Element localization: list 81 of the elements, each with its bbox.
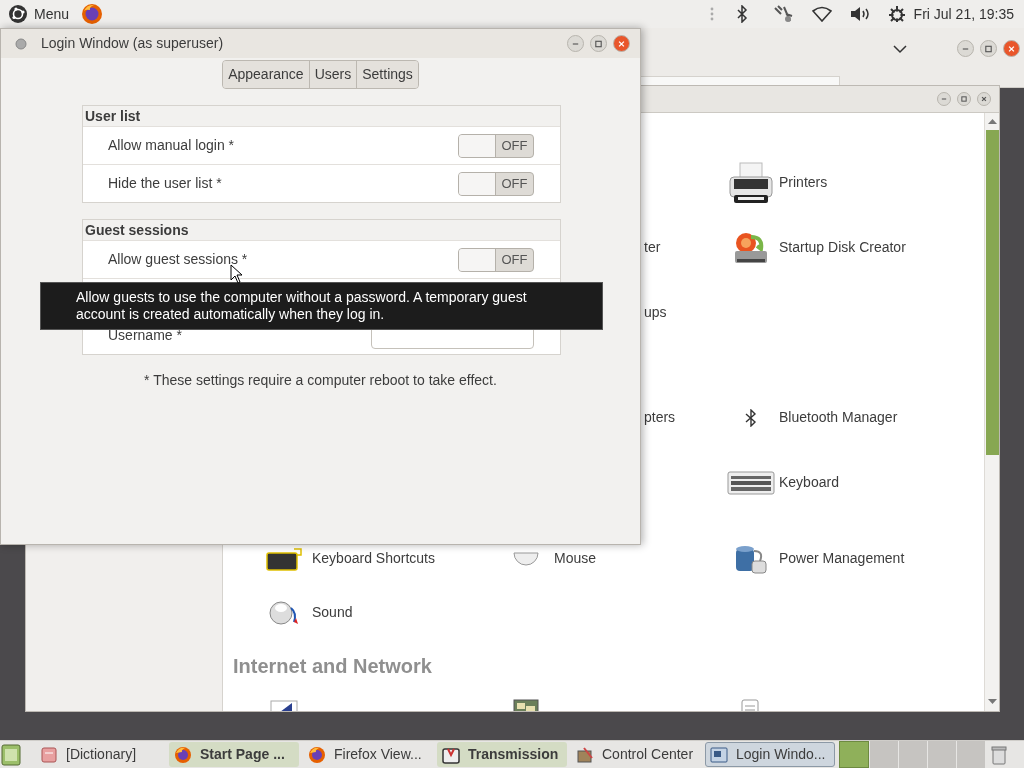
separator-handle-icon — [709, 6, 714, 22]
minus-icon — [572, 42, 579, 45]
chevron-down-icon[interactable] — [893, 43, 907, 54]
control-item[interactable]: Keyboard — [779, 472, 839, 493]
close-icon — [981, 96, 987, 102]
wifi-icon[interactable] — [811, 6, 832, 22]
window-dot-icon — [15, 37, 27, 50]
control-item-label[interactable]: ter — [644, 237, 661, 258]
maximize-button[interactable] — [957, 92, 971, 106]
maximize-button[interactable] — [980, 40, 997, 57]
bluetooth-icon — [744, 408, 758, 427]
clock[interactable]: Fri Jul 21, 19:35 — [913, 3, 1014, 25]
scroll-down-icon[interactable] — [987, 699, 997, 705]
taskbar-item[interactable]: Start Page ... — [169, 742, 299, 767]
menu-logo-icon[interactable] — [8, 4, 28, 24]
switch-state: OFF — [500, 136, 529, 155]
book-icon — [40, 745, 58, 764]
close-button[interactable] — [977, 92, 991, 106]
minimize-button[interactable] — [937, 92, 951, 106]
tool-icon[interactable] — [771, 4, 794, 24]
toggle-switch[interactable]: OFF — [458, 171, 534, 196]
maximize-button[interactable] — [590, 35, 607, 52]
keyboard-icon — [727, 470, 775, 495]
close-icon — [618, 40, 625, 47]
setting-label: Allow guest sessions * — [108, 250, 248, 269]
control-item-label[interactable]: ups — [644, 302, 667, 323]
taskbar-item[interactable]: Firefox View... — [303, 742, 433, 767]
toggle-switch[interactable]: OFF — [458, 133, 534, 158]
minus-icon — [962, 47, 969, 50]
control-item[interactable]: Keyboard Shortcuts — [312, 548, 435, 569]
control-item[interactable]: Startup Disk Creator — [779, 237, 906, 258]
printer-icon — [728, 160, 774, 205]
firefox-icon — [174, 745, 192, 764]
section-heading: Internet and Network — [233, 654, 433, 679]
scroll-up-icon[interactable] — [987, 118, 997, 124]
control-item[interactable]: Sound — [312, 602, 353, 623]
switch-state: OFF — [500, 174, 529, 193]
workspace-switcher[interactable] — [839, 741, 985, 768]
close-icon — [1008, 45, 1015, 52]
control-item[interactable]: Bluetooth Manager — [779, 407, 898, 428]
section-title: Guest sessions — [84, 221, 190, 240]
keyboard-key-icon — [266, 546, 302, 571]
mouse-icon — [513, 551, 539, 566]
trash-icon[interactable] — [991, 744, 1007, 765]
taskbar-item[interactable]: Login Windo... — [705, 742, 835, 767]
minimize-button[interactable] — [957, 40, 974, 57]
menu-button[interactable]: Menu — [34, 3, 70, 25]
tooltip: Allow guests to use the computer without a password. A temporary guest account is created automatically when they log in. — [40, 282, 603, 330]
window-icon — [710, 745, 728, 764]
tab[interactable]: Settings — [356, 61, 418, 88]
setting-label: Allow manual login * — [108, 136, 235, 155]
window-title: Login Window (as superuser) — [41, 34, 225, 53]
section-title: User list — [84, 107, 142, 126]
toolbox-icon — [576, 745, 594, 764]
speaker-knob-icon — [267, 599, 301, 626]
close-button[interactable] — [613, 35, 630, 52]
switch-state: OFF — [500, 250, 529, 269]
toggle-switch[interactable]: OFF — [458, 247, 534, 272]
square-icon — [595, 40, 602, 47]
footnote: * These settings require a computer reboot to take effect. — [143, 371, 498, 390]
taskbar-item[interactable]: [Dictionary] — [35, 742, 165, 767]
control-item[interactable]: Printers — [779, 172, 828, 193]
volume-icon[interactable] — [849, 6, 872, 22]
firefox-icon — [308, 745, 326, 764]
taskbar-item[interactable]: Transmission — [437, 742, 567, 767]
inbox-icon — [442, 745, 460, 764]
close-button[interactable] — [1003, 40, 1020, 57]
scrollbar-thumb[interactable] — [985, 130, 999, 455]
minimize-button[interactable] — [567, 35, 584, 52]
show-desktop-icon[interactable] — [1, 743, 21, 766]
scrollbar[interactable] — [984, 113, 999, 711]
bluetooth-icon[interactable] — [735, 5, 748, 23]
setting-label: Hide the user list * — [108, 174, 222, 193]
taskbar-item[interactable]: Control Center — [571, 742, 701, 767]
control-item[interactable]: Mouse — [554, 548, 597, 569]
firefox-icon[interactable] — [81, 3, 104, 25]
minus-icon — [941, 98, 947, 100]
control-item-label[interactable]: pters — [644, 407, 676, 428]
disk-drive-icon — [733, 230, 769, 265]
control-item[interactable]: Power Management — [779, 548, 905, 569]
square-icon — [985, 45, 992, 52]
